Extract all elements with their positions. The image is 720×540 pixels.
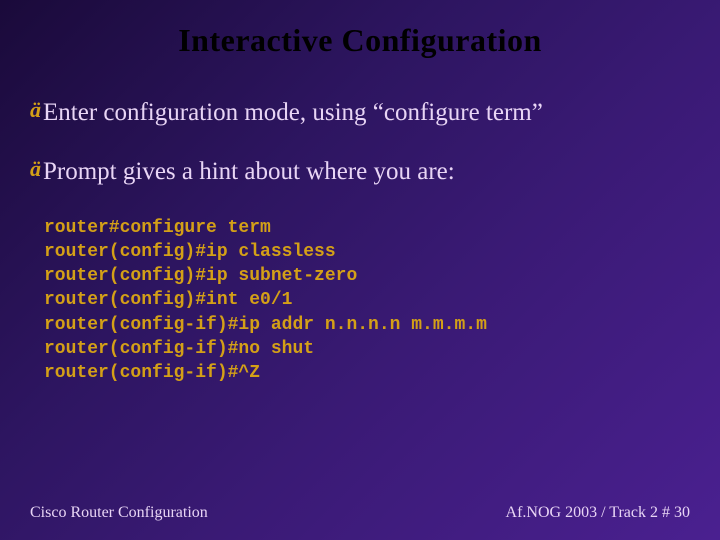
arrow-icon: ä: [30, 97, 41, 123]
slide-footer: Cisco Router Configuration Af.NOG 2003 /…: [0, 504, 720, 522]
slide-title: Interactive Configuration: [0, 0, 720, 59]
footer-right: Af.NOG 2003 / Track 2 # 30: [506, 504, 690, 522]
slide-content: ä Enter configuration mode, using “confi…: [0, 59, 720, 386]
footer-left: Cisco Router Configuration: [30, 504, 208, 522]
bullet-item: ä Enter configuration mode, using “confi…: [30, 97, 690, 128]
bullet-text: Prompt gives a hint about where you are:: [43, 156, 455, 187]
bullet-item: ä Prompt gives a hint about where you ar…: [30, 156, 690, 187]
bullet-text: Enter configuration mode, using “configu…: [43, 97, 543, 128]
code-block: router#configure term router(config)#ip …: [44, 216, 690, 386]
arrow-icon: ä: [30, 156, 41, 182]
